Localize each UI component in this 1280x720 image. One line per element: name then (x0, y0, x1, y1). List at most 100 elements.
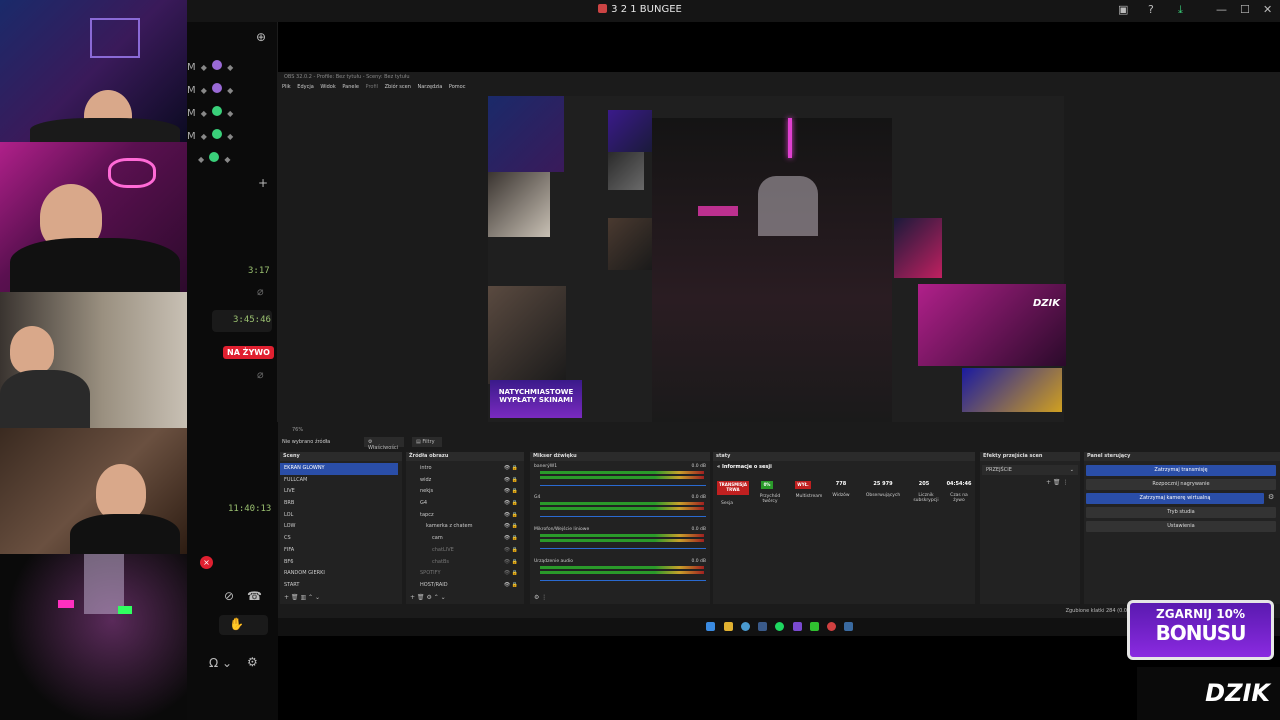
scene-item[interactable]: BRB (280, 498, 398, 510)
scene-item[interactable]: EKRAN GLOWNY (280, 463, 398, 475)
menu-item[interactable]: Zbiór scen (385, 84, 411, 90)
scene-item[interactable]: RANDOM GIERKI (280, 568, 398, 580)
obs-menu: Plik Edycja Widok Panele Profil Zbiór sc… (282, 84, 470, 90)
scene-item[interactable]: START (280, 580, 398, 592)
close-button[interactable]: ✕ (1263, 3, 1272, 16)
source-item[interactable]: widz 👁 🔒 (406, 475, 522, 487)
source-item[interactable]: G4 👁 🔒 (406, 498, 522, 510)
source-item[interactable]: SPOTIFY 👁 🔒 (406, 568, 522, 580)
add-user-icon[interactable]: ⊕ (256, 30, 266, 44)
cam-thumbnail (608, 110, 652, 152)
transition-toolbar[interactable]: + 🗑 ⋮ (1046, 479, 1068, 486)
scene-item[interactable]: FIFA (280, 545, 398, 557)
spotify-icon[interactable] (775, 622, 784, 631)
source-item[interactable]: nekjs 👁 🔒 (406, 486, 522, 498)
scene-item[interactable]: LIVE (280, 486, 398, 498)
menu-item[interactable]: Profil (366, 84, 378, 90)
headphones-icon[interactable]: Ω ⌄ (209, 656, 232, 670)
stop-stream-button[interactable]: Zatrzymaj transmisję (1086, 465, 1276, 476)
ad-banner (962, 368, 1062, 412)
volume-slider[interactable] (540, 580, 706, 581)
source-item[interactable]: chatBs 👁 🔒 (406, 557, 522, 569)
stats-dock: staty « Informacje o sesji TRANSMISJA TR… (713, 452, 975, 604)
volume-slider[interactable] (540, 516, 706, 517)
member-row[interactable]: M ◆ ◆ (187, 78, 233, 101)
discord-icon[interactable] (793, 622, 802, 631)
gear-icon[interactable]: ⚙ (1268, 493, 1274, 501)
scene-item[interactable]: LOW (280, 521, 398, 533)
scene-item[interactable]: LOL (280, 510, 398, 522)
timestamp: 3:45:46 (233, 315, 271, 325)
close-icon[interactable]: × (200, 556, 213, 569)
timestamp: 11:40:13 (228, 504, 272, 514)
download-icon[interactable]: ⤓ (1178, 3, 1183, 17)
transition-select[interactable]: PRZEJŚCIE ⌄ (982, 465, 1078, 475)
menu-item[interactable]: Edycja (297, 84, 314, 90)
obs-window: OBS 32.0.2 - Profile: Bez tytułu - Sceny… (278, 72, 1280, 622)
status-badge: 0% (761, 481, 773, 489)
mixer-toolbar[interactable]: ⚙ ⋮ (534, 594, 547, 601)
chrome-icon[interactable] (741, 622, 750, 631)
sources-dock: Źródła obrazu intro 👁 🔒 widz 👁 🔒 nekjs 👁 🔒 … (406, 452, 524, 604)
source-group[interactable]: kamerka z chatem 👁 🔒 (406, 521, 522, 533)
scene-item[interactable]: BF6 (280, 557, 398, 569)
add-icon[interactable]: + (258, 176, 268, 190)
mic-off-icon[interactable]: ⊘ (224, 589, 234, 603)
member-status-dot (209, 152, 220, 162)
studio-mode-button[interactable]: Tryb studia (1086, 507, 1276, 518)
obs-preview[interactable]: NATYCHMIASTOWE WYPŁATY SKINAMI DZIK (488, 96, 1066, 422)
gear-icon[interactable]: ⚙ (247, 655, 258, 669)
obs-docks: Sceny EKRAN GLOWNY FULLCAM LIVE BRB LOL … (278, 452, 1280, 607)
steam-icon[interactable] (758, 622, 767, 631)
volume-slider[interactable] (540, 548, 706, 549)
cam-thumbnail (488, 286, 566, 384)
volume-slider[interactable] (540, 485, 706, 486)
source-item[interactable]: HOST/RAID 👁 🔒 (406, 580, 522, 592)
source-toolbar[interactable]: + 🗑 ⚙ ⌃ ⌄ (410, 594, 446, 601)
scene-item[interactable]: FULLCAM (280, 475, 398, 487)
source-item[interactable]: cam 👁 🔒 (406, 533, 522, 545)
minimize-button[interactable]: — (1216, 3, 1227, 16)
scene-item[interactable]: CS (280, 533, 398, 545)
start-recording-button[interactable]: Rozpocznij nagrywanie (1086, 479, 1276, 490)
menu-item[interactable]: Widok (320, 84, 335, 90)
menu-item[interactable]: Panele (342, 84, 359, 90)
soundboard-icon[interactable]: ✋ (229, 617, 244, 631)
obs-title: OBS 32.0.2 - Profile: Bez tytułu - Sceny… (284, 74, 410, 80)
scenes-dock: Sceny EKRAN GLOWNY FULLCAM LIVE BRB LOL … (280, 452, 402, 604)
cam-thumbnail (608, 152, 644, 190)
cam-thumbnail (608, 218, 652, 270)
stop-virtual-cam-button[interactable]: Zatrzymaj kamerę wirtualną (1086, 493, 1264, 504)
help-icon[interactable]: ? (1148, 3, 1154, 16)
windows-start-icon[interactable] (706, 622, 715, 631)
cast-icon[interactable]: ▣ (1118, 3, 1128, 16)
mixer-dock: Mikser dźwięku banerýW1 0.0 dB G4 0.0 dB… (530, 452, 710, 604)
mute-icon[interactable]: ⌀ (257, 368, 264, 381)
properties-button[interactable]: ⚙ Właściwości (364, 437, 404, 451)
member-row[interactable]: M ◆ ◆ (187, 55, 233, 78)
app-icon[interactable] (844, 622, 853, 631)
webcam-feed-3 (0, 292, 187, 428)
menu-item[interactable]: Narzędzia (417, 84, 442, 90)
member-row[interactable]: M ◆ ◆ (187, 101, 233, 124)
source-item[interactable]: intro 👁 🔒 (406, 463, 522, 475)
member-row[interactable]: ◆ ◆ (187, 147, 233, 170)
member-row[interactable]: M ◆ ◆ (187, 124, 233, 147)
filters-button[interactable]: ▤ Filtry (412, 437, 442, 447)
obs-icon[interactable] (827, 622, 836, 631)
audio-meter (540, 571, 704, 574)
source-item[interactable]: chatLIVE 👁 🔒 (406, 545, 522, 557)
menu-item[interactable]: Plik (282, 84, 291, 90)
source-item[interactable]: tapcz 👁 🔒 (406, 510, 522, 522)
scene-toolbar[interactable]: + 🗑 ▥ ⌃ ⌄ (284, 594, 320, 601)
maximize-button[interactable]: ☐ (1240, 3, 1250, 16)
member-status-dot (211, 60, 222, 70)
settings-button[interactable]: Ustawienia (1086, 521, 1276, 532)
kick-icon[interactable] (810, 622, 819, 631)
hang-up-icon[interactable]: ☎ (247, 589, 262, 603)
file-explorer-icon[interactable] (724, 622, 733, 631)
webcam-feed-2 (0, 142, 198, 292)
menu-item[interactable]: Pomoc (449, 84, 466, 90)
mute-icon[interactable]: ⌀ (257, 285, 264, 298)
zoom-level[interactable]: 76% (292, 427, 303, 433)
